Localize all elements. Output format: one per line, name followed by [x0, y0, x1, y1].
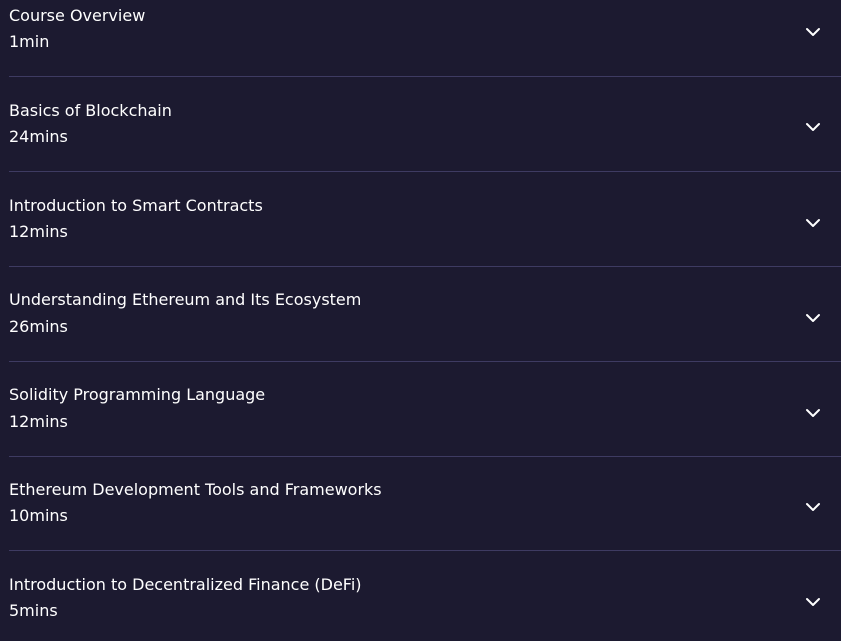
section-duration: 26mins — [9, 317, 68, 336]
section-title: Solidity Programming Language — [9, 385, 266, 404]
chevron-down-icon[interactable] — [803, 403, 823, 423]
curriculum-section[interactable]: Introduction to Decentralized Finance (D… — [0, 559, 841, 641]
section-title: Introduction to Smart Contracts — [9, 196, 263, 215]
curriculum-section[interactable]: Solidity Programming Language 12mins — [0, 369, 841, 464]
section-duration: 5mins — [9, 601, 58, 620]
section-title: Basics of Blockchain — [9, 101, 172, 120]
section-divider — [9, 266, 841, 267]
course-curriculum-accordion: Course Overview 1min Basics of Blockchai… — [0, 0, 841, 641]
section-divider — [9, 171, 841, 172]
section-divider — [9, 550, 841, 551]
section-title: Course Overview — [9, 6, 146, 25]
section-duration: 1min — [9, 32, 50, 51]
section-duration: 12mins — [9, 412, 68, 431]
chevron-down-icon[interactable] — [803, 213, 823, 233]
section-divider — [9, 456, 841, 457]
chevron-down-icon[interactable] — [803, 308, 823, 328]
section-divider — [9, 361, 841, 362]
section-divider — [9, 76, 841, 77]
curriculum-section[interactable]: Basics of Blockchain 24mins — [0, 85, 841, 180]
chevron-down-icon[interactable] — [803, 497, 823, 517]
chevron-down-icon[interactable] — [803, 22, 823, 42]
section-title: Ethereum Development Tools and Framework… — [9, 480, 382, 499]
section-duration: 10mins — [9, 506, 68, 525]
curriculum-section[interactable]: Introduction to Smart Contracts 12mins — [0, 180, 841, 275]
section-duration: 12mins — [9, 222, 68, 241]
curriculum-section[interactable]: Ethereum Development Tools and Framework… — [0, 464, 841, 559]
curriculum-section[interactable]: Understanding Ethereum and Its Ecosystem… — [0, 274, 841, 369]
section-title: Understanding Ethereum and Its Ecosystem — [9, 290, 362, 309]
chevron-down-icon[interactable] — [803, 592, 823, 612]
curriculum-section[interactable]: Course Overview 1min — [0, 0, 841, 85]
section-title: Introduction to Decentralized Finance (D… — [9, 575, 362, 594]
section-duration: 24mins — [9, 127, 68, 146]
chevron-down-icon[interactable] — [803, 117, 823, 137]
